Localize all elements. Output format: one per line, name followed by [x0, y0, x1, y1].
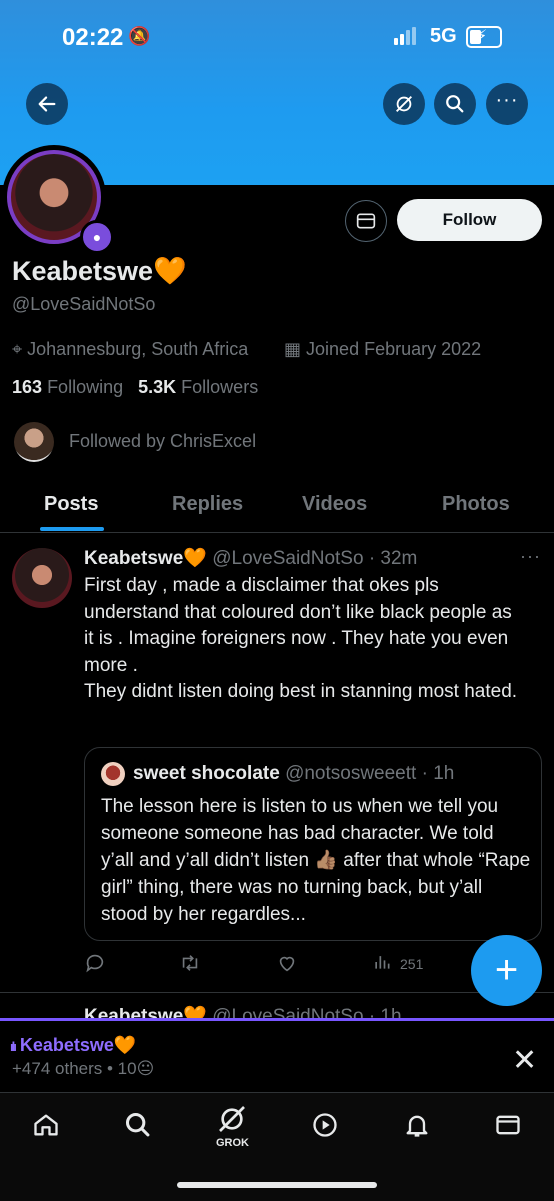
space-title: ılı Keabetswe🧡 — [10, 1035, 136, 1056]
quoted-post[interactable]: sweet shocolate @notsosweeett · 1h The l… — [84, 747, 542, 941]
status-time: 02:22 — [62, 24, 124, 51]
followed-by-avatar[interactable] — [14, 422, 54, 462]
notifications-icon[interactable] — [403, 1111, 431, 1146]
grok-button[interactable] — [383, 83, 425, 125]
search-icon — [446, 95, 464, 113]
more-icon: ··· — [495, 88, 519, 111]
network-type: 5G — [430, 25, 457, 47]
tab-posts[interactable]: Posts — [44, 493, 98, 516]
followers-count: 5.3K — [138, 377, 177, 397]
post-text-line: They didnt listen doing best in stanning… — [84, 681, 518, 702]
location-pin-icon: ⌖ — [12, 339, 23, 359]
quote-text: The lesson here is listen to us when we … — [101, 796, 531, 925]
following-count: 163 — [12, 377, 43, 397]
post-text: First day , made a disclaimer that okes … — [84, 573, 524, 706]
location-text: Johannesburg, South Africa — [27, 339, 249, 359]
tab-photos[interactable]: Photos — [442, 493, 510, 516]
video-icon[interactable] — [311, 1111, 339, 1146]
battery-icon: ⚡ — [466, 26, 502, 48]
calendar-icon: ▦ — [284, 339, 302, 359]
signal-icon — [394, 27, 418, 45]
like-icon[interactable] — [276, 952, 298, 980]
grok-icon — [396, 96, 412, 112]
quote-handle-time: @notsosweeett · 1h — [285, 763, 455, 784]
active-tab-indicator — [40, 527, 104, 531]
quote-author-avatar — [101, 762, 125, 786]
views-icon[interactable] — [372, 952, 392, 978]
post-divider — [0, 992, 554, 993]
post-handle-time: @LoveSaidNotSo · 32m — [212, 548, 418, 569]
joined-text: Joined February 2022 — [306, 339, 482, 359]
messages-icon[interactable] — [494, 1111, 522, 1146]
views-count: 251 — [400, 956, 424, 972]
arrow-left-icon — [38, 96, 56, 112]
profile-name: Keabetswe🧡 — [12, 256, 187, 286]
space-subtitle: +474 others • 10😐 — [12, 1059, 155, 1078]
profile-joined: ▦ Joined February 2022 — [284, 339, 481, 360]
followers-label: Followers — [181, 377, 259, 397]
grok-label: GROK — [216, 1137, 249, 1149]
followed-by-text[interactable]: Followed by ChrisExcel — [69, 431, 256, 452]
post-header: Keabetswe🧡 @LoveSaidNotSo · 32m — [84, 546, 417, 570]
search-button[interactable] — [434, 83, 476, 125]
home-icon[interactable] — [32, 1111, 60, 1146]
mail-icon — [356, 213, 376, 229]
space-live-badge-icon[interactable]: ● — [80, 220, 114, 254]
profile-tabs: Posts Replies Videos Photos — [0, 480, 554, 533]
quote-header: sweet shocolate @notsosweeett · 1h — [133, 763, 454, 785]
status-bar: 02:22 🔕 5G ⚡ — [0, 0, 554, 70]
tab-replies[interactable]: Replies — [172, 493, 243, 516]
reply-icon[interactable] — [84, 952, 106, 980]
plus-icon: + — [494, 948, 519, 992]
repost-icon[interactable] — [178, 952, 202, 980]
profile-location: ⌖ Johannesburg, South Africa — [12, 339, 248, 360]
profile-handle: @LoveSaidNotSo — [12, 294, 156, 314]
follow-button[interactable]: Follow — [397, 199, 542, 241]
space-bar[interactable]: ılı Keabetswe🧡 +474 others • 10😐 ✕ — [0, 1018, 554, 1095]
search-nav-icon[interactable] — [124, 1111, 152, 1146]
post-author-name[interactable]: Keabetswe🧡 — [84, 548, 207, 569]
close-icon[interactable]: ✕ — [512, 1043, 537, 1078]
following-link[interactable]: 163 Following — [12, 377, 123, 397]
back-button[interactable] — [26, 83, 68, 125]
audio-wave-icon: ılı — [10, 1039, 17, 1054]
message-button[interactable] — [345, 200, 387, 242]
post-author-avatar[interactable] — [12, 548, 72, 608]
following-label: Following — [47, 377, 124, 397]
bell-muted-icon: 🔕 — [128, 26, 151, 46]
tab-videos[interactable]: Videos — [302, 493, 367, 516]
post-actions: 251 — [84, 950, 464, 980]
compose-button[interactable]: + — [471, 935, 542, 1006]
profile-counts: 163 Following 5.3K Followers — [12, 377, 258, 398]
followers-link[interactable]: 5.3K Followers — [138, 377, 258, 397]
post-text-line: First day , made a disclaimer that okes … — [84, 575, 512, 676]
home-indicator — [177, 1182, 377, 1188]
post-more-icon[interactable]: ··· — [520, 546, 541, 567]
quote-author-name: sweet shocolate — [133, 763, 280, 784]
space-title-text: Keabetswe🧡 — [19, 1035, 137, 1055]
more-button[interactable]: ··· — [486, 83, 528, 125]
